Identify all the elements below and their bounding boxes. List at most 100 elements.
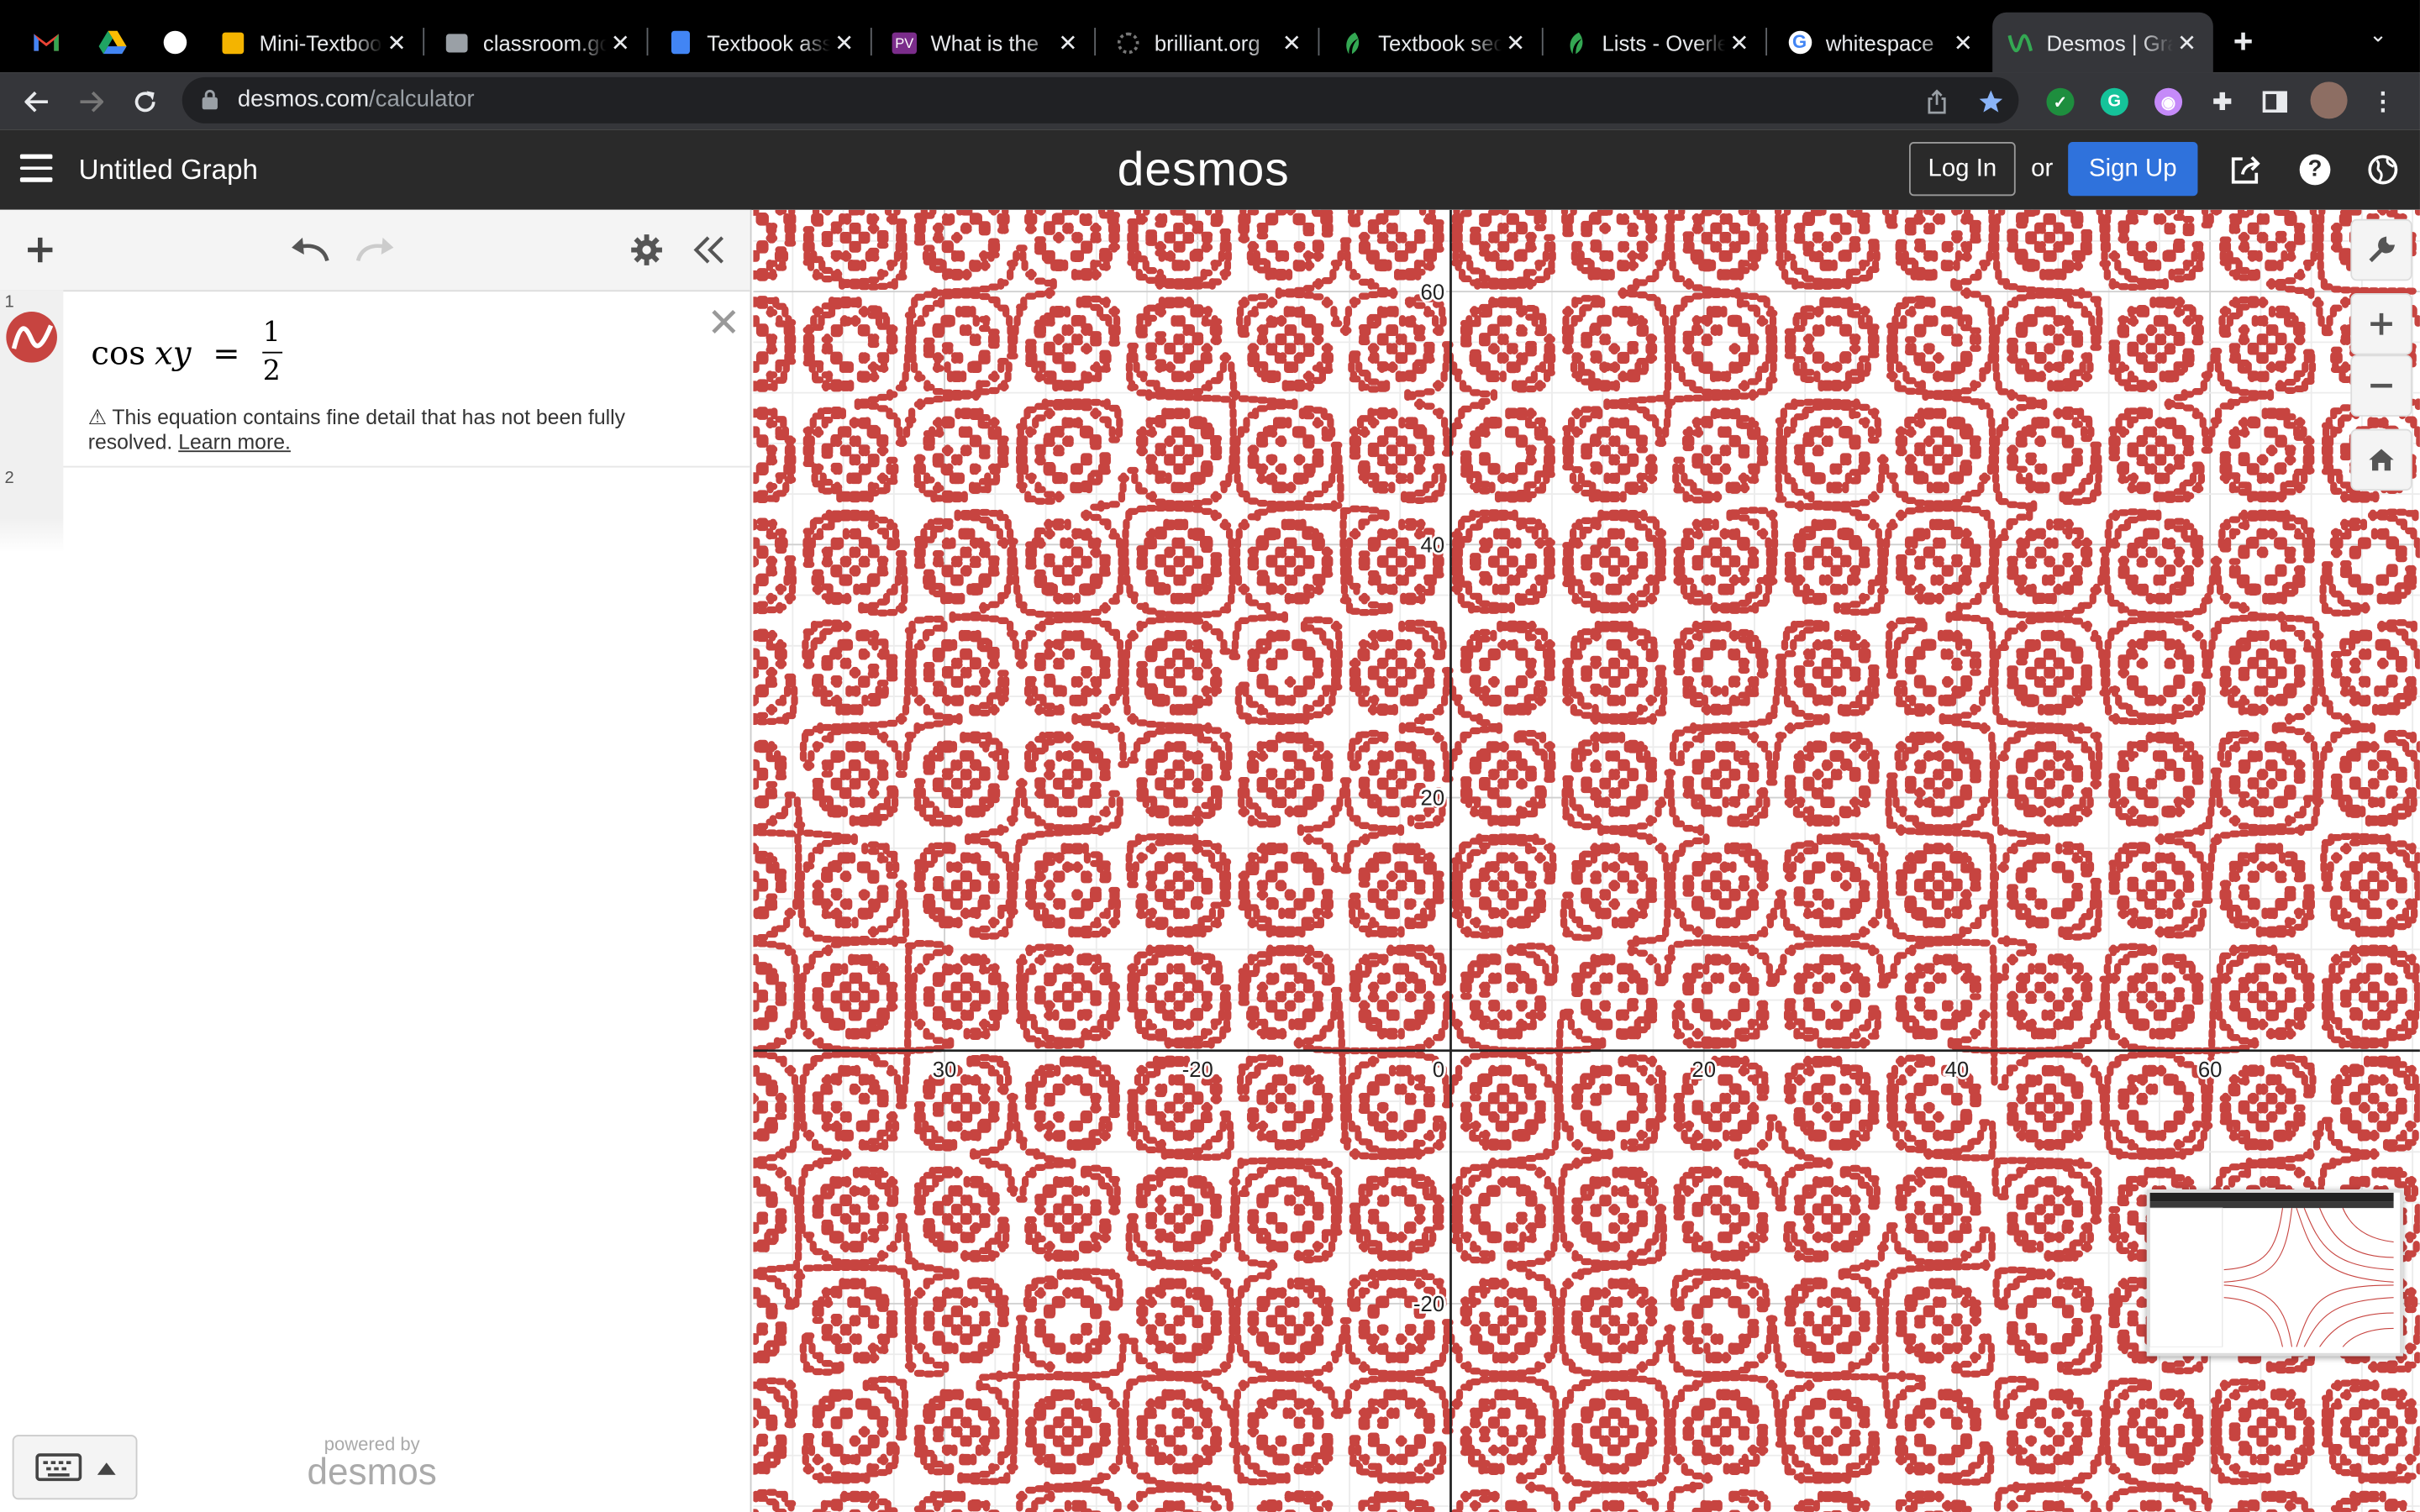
graph-settings-wrench-button[interactable]	[2350, 218, 2412, 281]
math-function: cos	[91, 333, 145, 371]
tab-textbook-assignment[interactable]: Textbook assignment ✕	[653, 13, 872, 73]
forward-button[interactable]	[71, 81, 111, 122]
drive-icon	[98, 30, 127, 55]
wrench-icon	[2369, 236, 2396, 263]
graph-title[interactable]: Untitled Graph	[79, 155, 258, 187]
tab-textbook-section[interactable]: Textbook section ✕	[1324, 13, 1544, 73]
close-icon[interactable]: ✕	[1949, 29, 1977, 56]
denominator: 2	[262, 354, 281, 388]
warning-icon: ⚠	[87, 406, 107, 429]
url-host: desmos.com	[237, 86, 370, 113]
keypad-toggle-button[interactable]	[12, 1435, 138, 1500]
close-icon[interactable]: ✕	[1725, 29, 1753, 56]
share-icon[interactable]	[1923, 88, 1951, 116]
extension-face-icon[interactable]: ◉	[2154, 87, 2183, 116]
y-tick-label: -20	[1413, 1293, 1444, 1316]
expression-index: 2	[4, 469, 14, 488]
address-bar[interactable]: desmos.com/calculator	[182, 76, 2019, 123]
graph-settings-button[interactable]	[625, 228, 668, 271]
arrow-left-icon	[24, 91, 48, 113]
hamburger-menu-icon[interactable]	[19, 154, 53, 182]
close-icon[interactable]: ✕	[1502, 29, 1529, 56]
numerator: 1	[262, 316, 281, 349]
expression-panel: 1 cos xy = 1 2 ✕ ⚠ This equation contain…	[0, 209, 752, 1512]
x-tick-label: 40	[1945, 1058, 1970, 1082]
url-path: /calculator	[369, 86, 475, 113]
collapse-panel-button[interactable]	[688, 228, 731, 271]
signup-button[interactable]: Sign Up	[2068, 141, 2198, 197]
expression-row-empty[interactable]: 2	[0, 465, 750, 553]
circle-icon	[162, 29, 187, 54]
y-tick-label: 60	[1421, 281, 1445, 304]
reload-button[interactable]	[125, 81, 166, 122]
share-graph-icon[interactable]	[2228, 151, 2265, 188]
tab-title: Textbook assignment	[707, 29, 830, 55]
side-panel-icon[interactable]	[2261, 88, 2289, 116]
language-globe-icon[interactable]	[2365, 151, 2402, 188]
tab-brilliant[interactable]: brilliant.org ✕	[1101, 13, 1320, 73]
curve-style-toggle[interactable]	[6, 312, 57, 363]
close-icon[interactable]: ✕	[2173, 29, 2201, 56]
delete-expression-icon[interactable]: ✕	[707, 299, 740, 347]
new-tab-button[interactable]: +	[2233, 22, 2254, 62]
learn-more-link[interactable]: Learn more.	[178, 430, 291, 454]
extension-check-icon[interactable]: ✓	[2046, 87, 2075, 116]
powered-by-brand: desmos	[307, 1452, 437, 1494]
docs-icon	[668, 30, 692, 55]
close-icon[interactable]: ✕	[830, 29, 858, 56]
tab-desmos-active[interactable]: Desmos | Graphing Calculator ✕	[1992, 12, 2213, 73]
back-button[interactable]	[17, 81, 57, 122]
url-text: desmos.com/calculator	[238, 87, 475, 113]
expression-row[interactable]: 1 cos xy = 1 2 ✕ ⚠ This equation contain…	[0, 290, 750, 468]
tab-drive[interactable]	[87, 15, 139, 67]
zoom-out-button[interactable]	[2350, 354, 2412, 417]
math-equals: =	[213, 333, 240, 371]
tab-classroom[interactable]: classroom.google ✕	[429, 13, 649, 73]
slides-icon	[221, 30, 245, 55]
tab-title: classroom.google	[482, 29, 607, 55]
zoom-in-button[interactable]	[2350, 292, 2412, 355]
tab-blank[interactable]	[148, 15, 200, 67]
browser-tab-strip: Mini-Textbook ✕ classroom.google ✕ Textb…	[0, 0, 2420, 73]
close-icon[interactable]: ✕	[383, 29, 411, 56]
undo-icon	[292, 237, 329, 262]
expression-input[interactable]: cos xy = 1 2	[91, 316, 282, 388]
y-tick-label: 40	[1421, 534, 1445, 558]
tab-whitespace[interactable]: G whitespace ✕	[1772, 13, 1990, 73]
tab-title: Desmos | Graphing Calculator	[2046, 29, 2173, 55]
default-zoom-home-button[interactable]	[2350, 428, 2412, 491]
tab-title: Lists - Overleaf	[1602, 29, 1725, 55]
x-tick-label: 0	[1433, 1058, 1444, 1082]
arrow-right-icon	[80, 91, 104, 113]
math-variable: xy	[155, 333, 192, 371]
tab-search-chevron-icon[interactable]: ⌄	[2369, 22, 2387, 48]
tab-gmail[interactable]	[20, 15, 72, 67]
profile-avatar[interactable]	[2310, 81, 2348, 119]
more-menu-icon[interactable]: ⋮	[2369, 88, 2396, 116]
expression-index: 1	[4, 292, 14, 312]
close-icon[interactable]: ✕	[607, 29, 634, 56]
warning-text: This equation contains fine detail that …	[87, 406, 626, 454]
bookmark-star-icon[interactable]	[1977, 88, 2005, 116]
add-item-button[interactable]	[18, 228, 61, 271]
caret-up-icon	[97, 1462, 116, 1475]
close-icon[interactable]: ✕	[1278, 29, 1306, 56]
login-button[interactable]: Log In	[1908, 141, 2016, 197]
tab-title: Textbook section	[1378, 29, 1502, 55]
grammarly-icon[interactable]: G	[2100, 87, 2128, 116]
classroom-icon	[445, 30, 469, 55]
redo-button[interactable]	[354, 228, 397, 271]
double-chevron-left-icon	[693, 236, 724, 264]
tab-lists-overleaf[interactable]: Lists - Overleaf ✕	[1548, 13, 1768, 73]
close-icon[interactable]: ✕	[1054, 29, 1081, 56]
tab-what-is-the[interactable]: PV What is the ✕	[876, 13, 1097, 73]
minus-icon	[2370, 383, 2392, 388]
help-icon[interactable]: ?	[2296, 151, 2333, 188]
thumbnail-preview	[2149, 1192, 2394, 1347]
extensions-puzzle-icon[interactable]: ✚	[2208, 88, 2236, 116]
undo-button[interactable]	[288, 228, 331, 271]
screenshot-thumbnail[interactable]	[2146, 1189, 2403, 1357]
desmos-icon	[2007, 30, 2033, 55]
y-tick-label: 20	[1421, 787, 1445, 811]
tab-mini-textbook[interactable]: Mini-Textbook ✕	[205, 13, 425, 73]
